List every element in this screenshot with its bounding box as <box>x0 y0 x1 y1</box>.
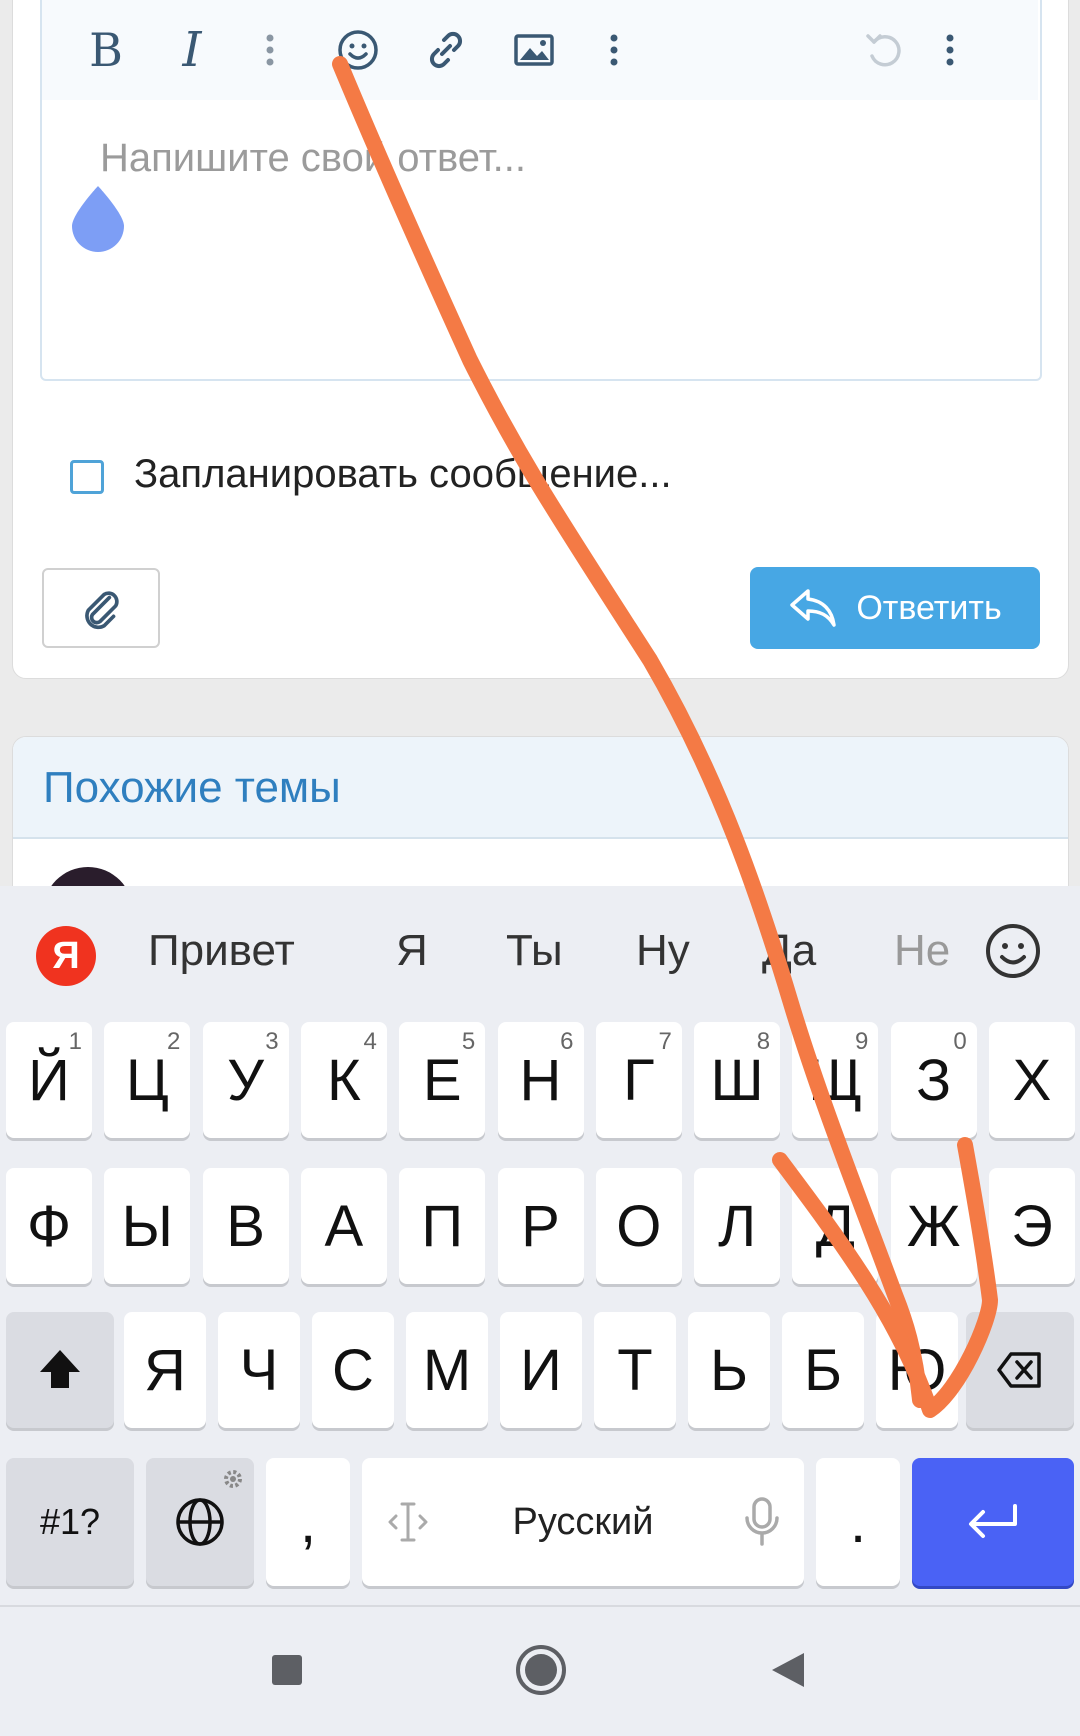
annotation-arrow <box>332 56 998 1418</box>
